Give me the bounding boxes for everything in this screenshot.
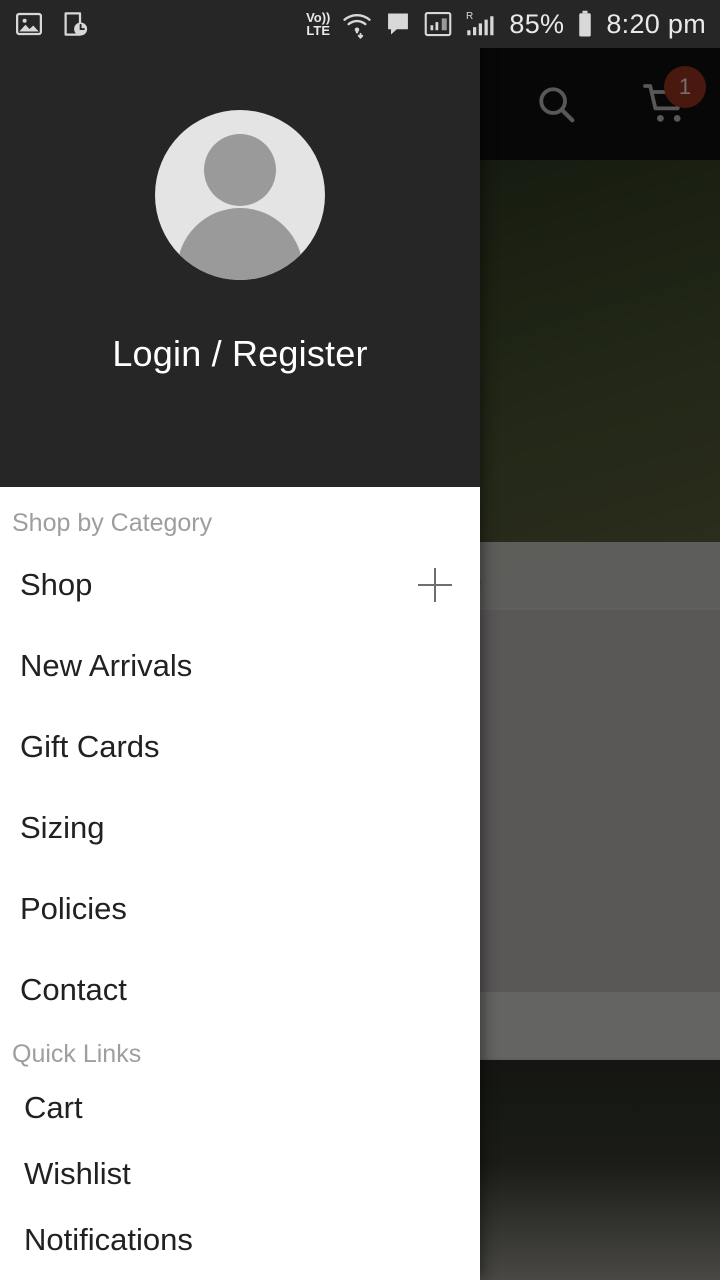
- avatar-body: [177, 208, 303, 280]
- menu-item-label: Gift Cards: [20, 728, 160, 764]
- menu-item-gift-cards[interactable]: Gift Cards: [0, 706, 480, 787]
- menu-item-label: Notifications: [24, 1222, 193, 1257]
- phone-screen: 1 en Cardigan (4 Co… s Socks i: [0, 0, 720, 1280]
- alarm-clock-icon: [64, 12, 88, 36]
- data-usage-icon: [425, 11, 452, 37]
- menu-item-policies[interactable]: Policies: [0, 868, 480, 949]
- menu-item-shop[interactable]: Shop: [0, 544, 480, 625]
- message-icon: [388, 13, 409, 35]
- menu-item-label: Wishlist: [24, 1156, 131, 1191]
- navigation-drawer: Login / Register Shop by Category Shop N…: [0, 0, 480, 1280]
- menu-item-label: Sizing: [20, 809, 105, 845]
- status-bar-right: Vo)) LTE R 85% 8:20 pm: [306, 9, 706, 40]
- avatar: [155, 110, 325, 280]
- menu-item-sizing[interactable]: Sizing: [0, 787, 480, 868]
- menu-item-label: Cart: [24, 1090, 83, 1125]
- drawer-menu: Shop by Category Shop New Arrivals Gift …: [0, 487, 480, 1280]
- menu-item-label: Shop: [20, 566, 93, 602]
- avatar-head: [204, 134, 276, 206]
- image-icon: [16, 12, 42, 36]
- roaming-signal-icon: R: [466, 11, 494, 36]
- section-title-quick-links: Quick Links: [12, 1040, 142, 1068]
- menu-item-label: Contact: [20, 971, 127, 1007]
- login-register-label[interactable]: Login / Register: [112, 333, 367, 375]
- menu-item-notifications[interactable]: Notifications: [0, 1207, 480, 1273]
- battery-percent: 85%: [509, 8, 565, 39]
- section-title-shop-by-category: Shop by Category: [12, 509, 213, 537]
- battery-icon: [579, 10, 592, 37]
- menu-item-contact[interactable]: Contact: [0, 949, 480, 1030]
- svg-text:R: R: [466, 11, 473, 22]
- clock: 8:20 pm: [606, 8, 706, 39]
- menu-item-label: Policies: [20, 890, 127, 926]
- plus-icon[interactable]: [418, 567, 452, 602]
- volte-indicator: Vo)) LTE: [306, 10, 331, 38]
- menu-item-new-arrivals[interactable]: New Arrivals: [0, 625, 480, 706]
- status-bar-left: [14, 9, 90, 39]
- menu-item-label: New Arrivals: [20, 647, 193, 683]
- menu-item-cart[interactable]: Cart: [0, 1075, 480, 1141]
- wifi-icon: [343, 13, 372, 39]
- drawer-header[interactable]: Login / Register: [0, 0, 480, 487]
- menu-item-wishlist[interactable]: Wishlist: [0, 1141, 480, 1207]
- status-bar: Vo)) LTE R 85% 8:20 pm: [0, 0, 720, 48]
